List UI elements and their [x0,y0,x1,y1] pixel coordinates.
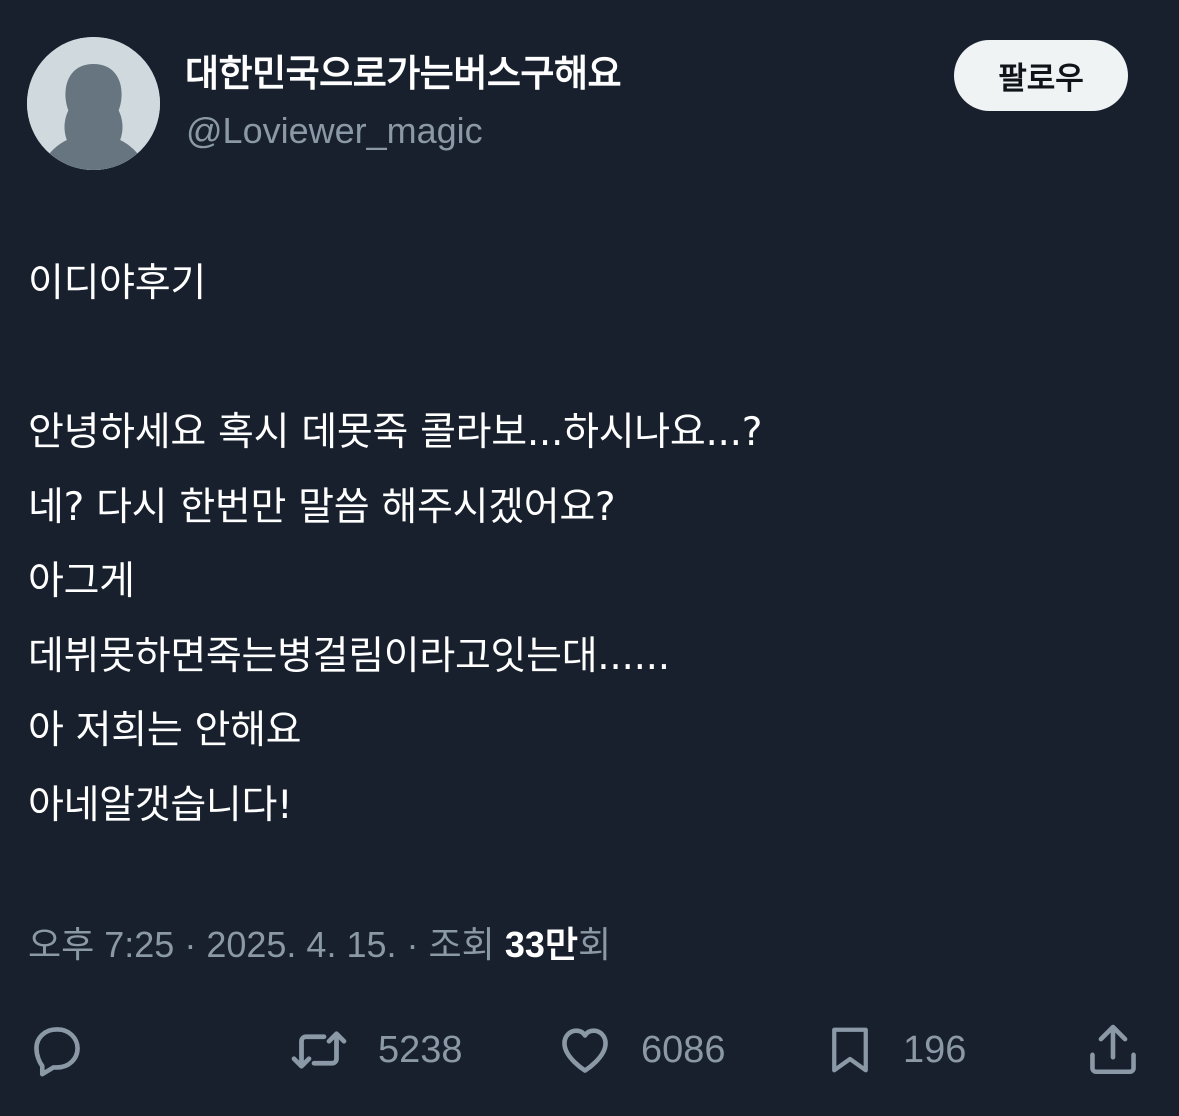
author-display-name[interactable]: 대한민국으로가는버스구해요 [185,50,622,98]
reply-button[interactable] [28,1010,86,1090]
share-button[interactable] [1084,1010,1142,1090]
bookmark-count: 196 [903,1028,967,1071]
tweet-line: 데뷔못하면죽는병걸림이라고잇는대...... [28,633,670,679]
like-button[interactable]: 6086 [555,1010,726,1090]
bookmark-button[interactable]: 196 [823,1010,966,1090]
tweet-line [28,322,1148,397]
tweet-line: 네? 다시 한번만 말씀 해주시겠어요? [28,484,616,530]
tweet-line: 이디야후기 [28,261,206,306]
tweet-date[interactable]: 2025. 4. 15. [206,924,396,965]
tweet-line: 아그게 [28,559,135,604]
author-handle[interactable]: @Loviewer_magic [186,108,483,154]
meta-separator: · [184,924,197,965]
views-suffix: 회 [577,924,612,965]
tweet-card: 대한민국으로가는버스구해요 @Loviewer_magic 팔로우 이디야후기 … [0,0,1179,1116]
retweet-count: 5238 [378,1028,463,1071]
avatar[interactable] [27,37,160,170]
reply-icon [34,1027,80,1077]
share-icon [1090,1024,1136,1075]
tweet-text: 이디야후기 안녕하세요 혹시 데못죽 콜라보...하시나요...? 네? 다시 … [28,247,1148,843]
tweet-line: 안녕하세요 혹시 데못죽 콜라보...하시나요...? [28,410,763,455]
tweet-line: 아 저희는 안해요 [28,708,302,753]
views-count: 33만 [504,924,578,965]
views-label: 조회 [428,924,495,965]
meta-separator: · [406,924,419,965]
default-profile-icon [27,37,160,170]
follow-button[interactable]: 팔로우 [954,40,1128,111]
action-bar: 5238 6086 196 [0,1010,1179,1090]
tweet-meta: 오후 7:25 · 2025. 4. 15. · 조회 33만회 [28,920,611,970]
like-count: 6086 [641,1028,726,1071]
tweet-time[interactable]: 오후 7:25 [28,924,174,965]
retweet-button[interactable]: 5238 [286,1010,463,1090]
heart-icon [562,1028,608,1073]
retweet-icon [291,1031,347,1069]
tweet-line: 아네알갯습니다! [28,782,293,828]
bookmark-icon [832,1027,868,1073]
